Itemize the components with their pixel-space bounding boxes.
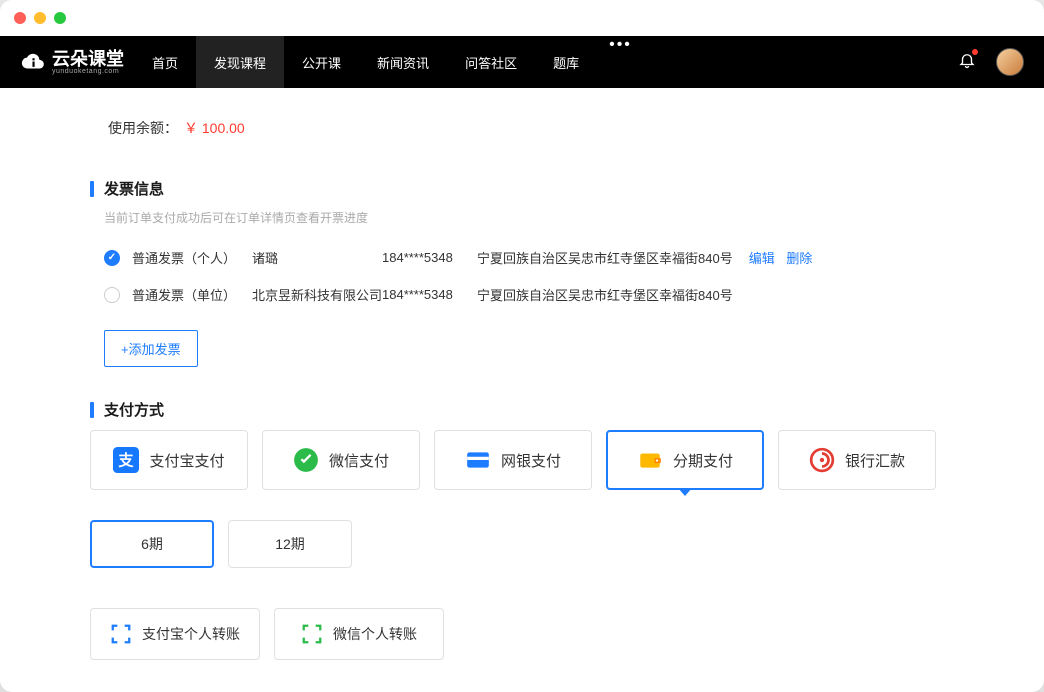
add-invoice-button[interactable]: +添加发票 <box>104 330 198 367</box>
nav-more-icon[interactable]: ••• <box>597 36 644 88</box>
maximize-window-icon[interactable] <box>54 12 66 24</box>
invoice-phone: 184****5348 <box>382 287 477 302</box>
pay-option-label: 微信支付 <box>329 450 389 471</box>
invoice-name: 北京昱新科技有限公司 <box>252 285 382 304</box>
pay-option-installment[interactable]: 分期支付 <box>606 430 764 490</box>
pay-option-label: 银行汇款 <box>845 450 905 471</box>
transfer-option-wechat[interactable]: 微信个人转账 <box>274 608 444 660</box>
minimize-window-icon[interactable] <box>34 12 46 24</box>
pay-option-wire[interactable]: 银行汇款 <box>778 430 936 490</box>
scan-icon <box>301 623 323 645</box>
app-window: 云朵课堂 yunduoketang.com 首页 发现课程 公开课 新闻资讯 问… <box>0 0 1044 692</box>
bank-card-icon <box>465 447 491 473</box>
invoice-section-title: 发票信息 <box>90 178 954 199</box>
invoice-row: 普通发票（个人） 诸璐 184****5348 宁夏回族自治区吴忠市红寺堡区幸福… <box>104 248 954 267</box>
notification-dot-icon <box>972 49 978 55</box>
balance-row: 使用余额： ￥ 100.00 <box>90 118 954 138</box>
main-content: 使用余额： ￥ 100.00 发票信息 当前订单支付成功后可在订单详情页查看开票… <box>0 88 1044 692</box>
wechat-icon <box>293 447 319 473</box>
pay-option-wechat[interactable]: 微信支付 <box>262 430 420 490</box>
balance-label: 使用余额： <box>108 118 178 138</box>
notification-bell[interactable] <box>958 51 976 74</box>
pay-option-alipay[interactable]: 支 支付宝支付 <box>90 430 248 490</box>
personal-transfer-options: 支付宝个人转账 微信个人转账 <box>90 608 954 660</box>
top-nav: 云朵课堂 yunduoketang.com 首页 发现课程 公开课 新闻资讯 问… <box>0 36 1044 88</box>
svg-text:支: 支 <box>118 451 135 469</box>
invoice-address: 宁夏回族自治区吴忠市红寺堡区幸福街840号 <box>477 285 733 304</box>
invoice-radio-personal[interactable] <box>104 250 120 266</box>
invoice-type: 普通发票（个人） <box>132 248 252 267</box>
installment-options: 6期 12期 <box>90 520 954 568</box>
window-titlebar <box>0 0 1044 36</box>
pay-option-bank[interactable]: 网银支付 <box>434 430 592 490</box>
nav-right <box>958 48 1024 76</box>
logo-subtext: yunduoketang.com <box>52 68 124 75</box>
alipay-icon: 支 <box>113 447 139 473</box>
invoice-type: 普通发票（单位） <box>132 285 252 304</box>
transfer-option-label: 微信个人转账 <box>333 624 417 644</box>
invoice-radio-company[interactable] <box>104 287 120 303</box>
invoice-address: 宁夏回族自治区吴忠市红寺堡区幸福街840号 <box>477 248 733 267</box>
nav-home[interactable]: 首页 <box>134 36 196 88</box>
invoice-row: 普通发票（单位） 北京昱新科技有限公司 184****5348 宁夏回族自治区吴… <box>104 285 954 304</box>
invoice-delete-link[interactable]: 删除 <box>786 251 812 266</box>
pay-option-label: 网银支付 <box>501 450 561 471</box>
nav-discover-course[interactable]: 发现课程 <box>196 36 284 88</box>
logo[interactable]: 云朵课堂 yunduoketang.com <box>20 49 124 75</box>
invoice-section-sub: 当前订单支付成功后可在订单详情页查看开票进度 <box>104 209 954 226</box>
invoice-actions: 编辑 删除 <box>749 248 821 267</box>
invoice-name: 诸璐 <box>252 248 382 267</box>
pay-option-label: 支付宝支付 <box>149 450 224 471</box>
user-avatar[interactable] <box>996 48 1024 76</box>
transfer-option-alipay[interactable]: 支付宝个人转账 <box>90 608 260 660</box>
installment-option-6[interactable]: 6期 <box>90 520 214 568</box>
transfer-option-label: 支付宝个人转账 <box>142 624 240 644</box>
nav-open-course[interactable]: 公开课 <box>284 36 359 88</box>
balance-value: ￥ 100.00 <box>184 118 245 138</box>
wallet-icon <box>637 447 663 473</box>
logo-text: 云朵课堂 <box>52 50 124 68</box>
invoice-section: 发票信息 当前订单支付成功后可在订单详情页查看开票进度 普通发票（个人） 诸璐 … <box>90 178 954 367</box>
pay-option-label: 分期支付 <box>673 450 733 471</box>
nav-items: 首页 发现课程 公开课 新闻资讯 问答社区 题库 ••• <box>134 36 644 88</box>
cloud-logo-icon <box>20 49 46 75</box>
nav-question-bank[interactable]: 题库 <box>535 36 597 88</box>
close-window-icon[interactable] <box>14 12 26 24</box>
payment-section: 支付方式 支 支付宝支付 微信支付 <box>90 399 954 660</box>
scan-icon <box>110 623 132 645</box>
invoice-phone: 184****5348 <box>382 250 477 265</box>
installment-option-12[interactable]: 12期 <box>228 520 352 568</box>
invoice-edit-link[interactable]: 编辑 <box>749 251 775 266</box>
wire-transfer-icon <box>809 447 835 473</box>
nav-news[interactable]: 新闻资讯 <box>359 36 447 88</box>
nav-qa[interactable]: 问答社区 <box>447 36 535 88</box>
payment-options: 支 支付宝支付 微信支付 网银支付 <box>90 430 954 490</box>
payment-section-title: 支付方式 <box>90 399 954 420</box>
